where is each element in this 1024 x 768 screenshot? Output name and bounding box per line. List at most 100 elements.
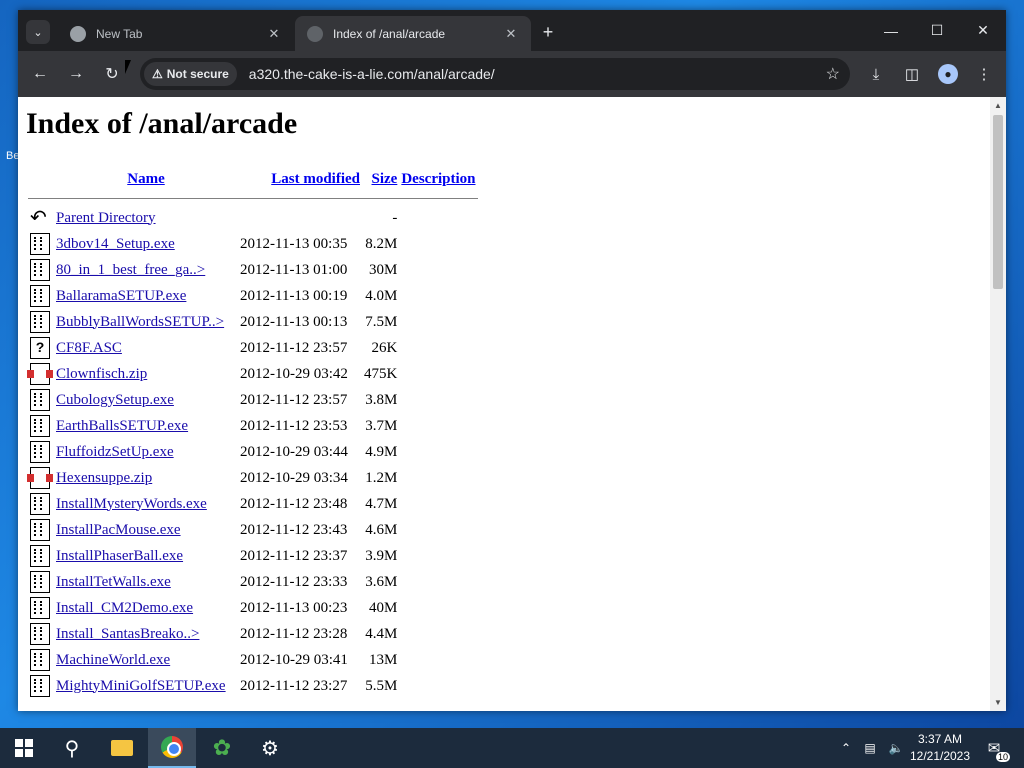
file-link[interactable]: MachineWorld.exe (56, 652, 170, 668)
security-indicator[interactable]: ⚠ Not secure (144, 62, 237, 86)
file-row: Hexensuppe.zip 2012-10-29 03:34 1.2M (27, 465, 478, 491)
file-modified: 2012-10-29 03:42 (240, 365, 348, 382)
file-row: MachineWorld.exe 2012-10-29 03:41 13M (28, 647, 478, 673)
file-description (399, 439, 477, 465)
close-icon[interactable]: ✕ (503, 26, 519, 42)
globe-favicon-icon (307, 25, 323, 42)
sort-by-name-link[interactable]: Name (127, 171, 165, 187)
compressed-file-icon (27, 363, 53, 385)
scroll-up-icon[interactable]: ▲ (994, 101, 1002, 110)
address-bar[interactable]: ⚠ Not secure a320.the-cake-is-a-lie.com/… (140, 58, 850, 90)
scroll-down-icon[interactable]: ▼ (994, 698, 1002, 707)
file-link[interactable]: Install_SantasBreako..> (56, 626, 199, 642)
file-link[interactable]: InstallPhaserBall.exe (56, 548, 183, 564)
browser-toolbar: ← → ↻ ⚠ Not secure a320.the-cake-is-a-li… (18, 51, 1006, 97)
taskbar-chrome[interactable] (148, 728, 196, 768)
reload-icon: ↻ (105, 66, 119, 83)
file-link[interactable]: Install_CM2Demo.exe (56, 600, 193, 616)
dragon-icon: ✿ (212, 735, 232, 760)
binary-file-icon (30, 545, 50, 567)
window-close-button[interactable]: ✕ (960, 10, 1006, 51)
column-header-name: Name (54, 167, 238, 191)
volume-muted-icon: 🔈 (888, 741, 904, 755)
maximize-button[interactable]: ☐ (914, 10, 960, 51)
parent-directory-link[interactable]: Parent Directory (56, 210, 156, 226)
tab-new-tab[interactable]: New Tab ✕ (58, 16, 294, 51)
file-link[interactable]: Clownfisch.zip (56, 366, 147, 382)
taskbar-game-app[interactable]: ✿ (198, 728, 246, 768)
url-text[interactable]: a320.the-cake-is-a-lie.com/anal/arcade/ (249, 66, 495, 82)
reload-button[interactable]: ↻ (100, 62, 124, 86)
file-link[interactable]: FluffoidzSetUp.exe (56, 444, 174, 460)
file-link[interactable]: BallaramaSETUP.exe (56, 288, 186, 304)
folder-icon (111, 740, 133, 756)
file-description (399, 465, 477, 491)
menu-button[interactable]: ⋮ (972, 62, 996, 86)
icon-column-header (28, 167, 54, 191)
file-link[interactable]: CubologySetup.exe (56, 392, 174, 408)
taskbar-file-explorer[interactable] (98, 728, 146, 768)
file-size: 7.5M (365, 313, 398, 330)
file-link[interactable]: 3dbov14_Setup.exe (56, 236, 175, 252)
bookmark-star-icon[interactable]: ☆ (826, 64, 840, 84)
file-modified: 2012-11-13 01:00 (240, 261, 348, 278)
file-size: 5.5M (365, 677, 398, 694)
start-button[interactable] (0, 728, 48, 768)
network-button[interactable]: ▤ (858, 728, 882, 768)
profile-button[interactable]: ● (936, 62, 960, 86)
file-link[interactable]: BubblyBallWordsSETUP..> (56, 314, 224, 330)
taskbar-search-button[interactable]: ⚲ (48, 728, 96, 768)
column-header-modified: Last modified (238, 167, 362, 191)
file-row: Install_SantasBreako..> 2012-11-12 23:28 4… (28, 621, 478, 647)
minimize-button[interactable]: — (868, 10, 914, 51)
file-link[interactable]: InstallPacMouse.exe (56, 522, 181, 538)
vertical-scrollbar[interactable]: ▲ ▼ (990, 97, 1006, 711)
file-link[interactable]: MightyMiniGolfSETUP.exe (56, 678, 226, 694)
file-row: InstallPacMouse.exe 2012-11-12 23:43 4.6M (28, 517, 478, 543)
file-row: InstallTetWalls.exe 2012-11-12 23:33 3.6M (28, 569, 478, 595)
divider (28, 197, 478, 199)
volume-button[interactable]: 🔈 (884, 728, 908, 768)
sort-by-size-link[interactable]: Size (372, 171, 398, 187)
sort-by-modified-link[interactable]: Last modified (271, 171, 360, 187)
binary-file-icon (30, 571, 50, 593)
forward-button[interactable]: → (64, 62, 88, 86)
scrollbar-thumb[interactable] (993, 115, 1003, 289)
security-label: Not secure (166, 67, 229, 81)
file-description (399, 517, 477, 543)
file-row: CubologySetup.exe 2012-11-12 23:57 3.8M (28, 387, 478, 413)
tab-search-button[interactable]: ⌄ (26, 20, 50, 44)
tab-title: New Tab (96, 26, 143, 41)
new-tab-button[interactable]: + (538, 22, 558, 42)
file-link[interactable]: InstallMysteryWords.exe (56, 496, 207, 512)
side-panel-button[interactable]: ◫ (900, 62, 924, 86)
show-hidden-icons-button[interactable]: ⌃ (836, 728, 856, 768)
file-link[interactable]: InstallTetWalls.exe (56, 574, 171, 590)
file-link[interactable]: Hexensuppe.zip (56, 470, 152, 486)
taskbar-settings[interactable]: ⚙ (246, 728, 294, 768)
file-modified: 2012-11-13 00:13 (240, 313, 348, 330)
file-row: BubblyBallWordsSETUP..> 2012-11-13 00:13 7… (28, 309, 478, 335)
system-clock[interactable]: 3:37 AM 12/21/2023 (908, 731, 972, 765)
binary-file-icon (30, 623, 50, 645)
close-icon: ✕ (977, 22, 989, 38)
file-size: 3.9M (365, 547, 398, 564)
file-description (399, 569, 477, 595)
file-modified: 2012-11-12 23:43 (240, 521, 348, 538)
file-size: 4.0M (365, 287, 398, 304)
file-description (399, 335, 477, 361)
page-content: Index of /anal/arcade Name Last modified… (18, 97, 990, 711)
side-panel-icon: ◫ (904, 66, 920, 83)
back-button[interactable]: ← (28, 62, 52, 86)
file-link[interactable]: 80_in_1_best_free_ga..> (56, 262, 205, 278)
column-header-size: Size (362, 167, 399, 191)
sort-by-description-link[interactable]: Description (401, 171, 475, 187)
file-link[interactable]: CF8F.ASC (56, 340, 122, 356)
column-header-description: Description (399, 167, 477, 191)
downloads-button[interactable]: ⤓ (864, 62, 888, 86)
file-link[interactable]: EarthBallsSETUP.exe (56, 418, 188, 434)
close-icon[interactable]: ✕ (266, 26, 282, 42)
tab-index-of-arcade[interactable]: Index of /anal/arcade ✕ (295, 16, 531, 51)
notification-center-button[interactable]: ✉ 10 (982, 736, 1010, 762)
minimize-icon: — (884, 22, 898, 39)
